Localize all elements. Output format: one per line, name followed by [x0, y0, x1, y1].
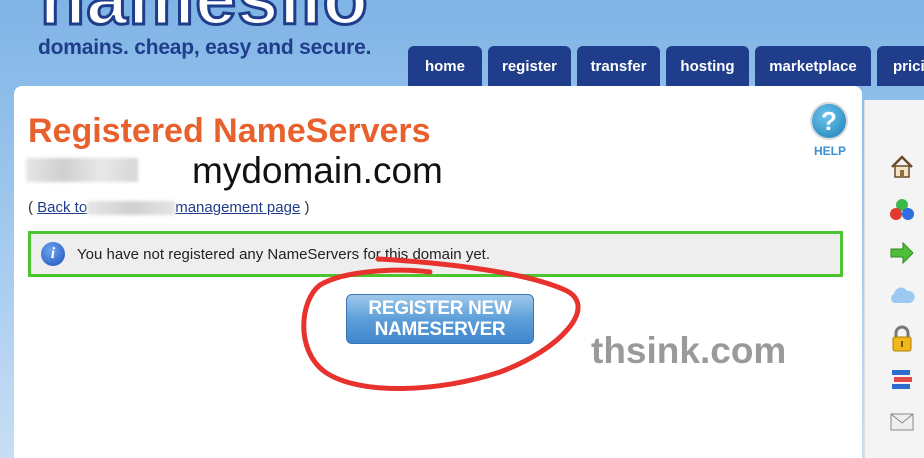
back-link-end[interactable]: management page: [175, 199, 300, 216]
home-icon[interactable]: [888, 153, 916, 181]
lock-icon[interactable]: [888, 325, 916, 353]
tab-hosting[interactable]: hosting: [666, 46, 749, 86]
logo-tagline: domains. cheap, easy and secure.: [38, 36, 372, 59]
info-icon: i: [41, 242, 65, 266]
register-new-nameserver-button[interactable]: REGISTER NEW NAMESERVER: [346, 294, 534, 344]
paren-close: ): [300, 199, 310, 216]
cubes-icon[interactable]: [888, 196, 916, 224]
info-notice: i You have not registered any NameServer…: [28, 231, 843, 277]
tab-pricing[interactable]: pricing: [877, 46, 924, 86]
main-nav: home register transfer hosting marketpla…: [408, 46, 924, 86]
register-button-line1[interactable]: REGISTER NEW: [368, 298, 511, 319]
redacted-text: [87, 201, 176, 216]
tab-register[interactable]: register: [488, 46, 571, 86]
redacted-text: [26, 158, 138, 182]
notice-text: You have not registered any NameServers …: [77, 245, 490, 263]
cloud-icon[interactable]: [888, 282, 916, 310]
help-button[interactable]: ? HELP: [810, 102, 850, 158]
watermark: thsink.com: [591, 330, 787, 371]
site-logo[interactable]: namesilo: [39, 0, 370, 37]
register-button-line2[interactable]: NAMESERVER: [368, 319, 511, 340]
paren-open: (: [28, 199, 38, 216]
page-title: Registered NameServers: [28, 112, 431, 150]
arrow-right-icon[interactable]: [888, 239, 916, 267]
back-link-start[interactable]: Back to: [37, 199, 87, 216]
back-to-management-link[interactable]: Back to management page: [37, 199, 300, 216]
tab-transfer[interactable]: transfer: [577, 46, 660, 86]
mail-icon[interactable]: [888, 408, 916, 436]
help-icon[interactable]: ?: [810, 102, 848, 140]
back-link-line: ( Back to management page ): [28, 199, 309, 216]
domain-name: mydomain.com: [192, 150, 443, 191]
help-label[interactable]: HELP: [810, 144, 850, 158]
stack-icon[interactable]: [888, 366, 916, 394]
tab-marketplace[interactable]: marketplace: [755, 46, 871, 86]
tab-home[interactable]: home: [408, 46, 482, 86]
